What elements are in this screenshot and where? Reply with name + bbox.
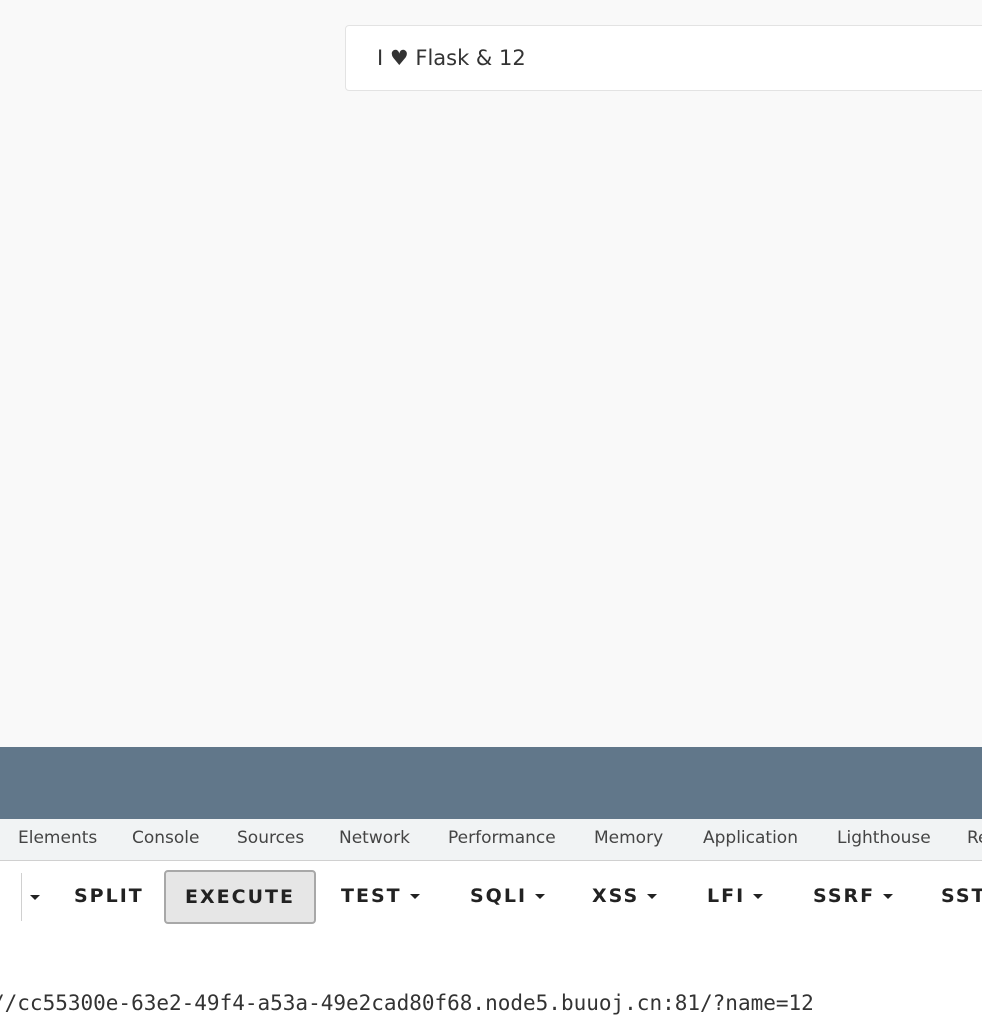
url-input[interactable]: //cc55300e-63e2-49f4-a53a-49e2cad80f68.n… — [0, 991, 814, 1015]
tab-network[interactable]: Network — [339, 828, 410, 848]
tab-recorder[interactable]: Re — [967, 828, 982, 848]
sqli-label: SQLI — [470, 885, 528, 907]
split-label: SPLIT — [74, 885, 144, 907]
tab-elements[interactable]: Elements — [18, 828, 97, 848]
execute-button[interactable]: EXECUTE — [164, 870, 316, 924]
test-label: TEST — [341, 885, 402, 907]
split-button[interactable]: SPLIT — [74, 885, 144, 907]
toolbar-divider — [21, 873, 22, 921]
ssrf-menu-button[interactable]: SSRF — [813, 885, 894, 907]
dropdown-caret-icon[interactable] — [30, 895, 40, 900]
tab-lighthouse[interactable]: Lighthouse — [837, 828, 931, 848]
sqli-menu-button[interactable]: SQLI — [470, 885, 546, 907]
lfi-menu-button[interactable]: LFI — [707, 885, 764, 907]
chevron-down-icon — [647, 894, 658, 899]
execute-label: EXECUTE — [185, 886, 295, 908]
test-menu-button[interactable]: TEST — [341, 885, 420, 907]
lfi-label: LFI — [707, 885, 746, 907]
tab-application[interactable]: Application — [703, 828, 798, 848]
devtools-header-bar — [0, 747, 982, 819]
devtools-tab-bar: Elements Console Sources Network Perform… — [0, 819, 982, 861]
web-page: I ♥ Flask & 12 — [0, 0, 982, 747]
chevron-down-icon — [883, 894, 894, 899]
ssti-menu-button[interactable]: SST — [941, 885, 982, 907]
chevron-down-icon — [409, 894, 420, 899]
tab-memory[interactable]: Memory — [594, 828, 663, 848]
xss-label: XSS — [592, 885, 640, 907]
tab-console[interactable]: Console — [132, 828, 200, 848]
ssti-label: SST — [941, 885, 982, 907]
xss-menu-button[interactable]: XSS — [592, 885, 658, 907]
chevron-down-icon — [535, 894, 546, 899]
greeting-text: I ♥ Flask & 12 — [377, 46, 526, 70]
greeting-card: I ♥ Flask & 12 — [345, 25, 982, 91]
hackbar-toolbar: SPLIT EXECUTE TEST SQLI XSS LFI SSRF SST… — [0, 861, 982, 1018]
tab-performance[interactable]: Performance — [448, 828, 556, 848]
chevron-down-icon — [753, 894, 764, 899]
tab-sources[interactable]: Sources — [237, 828, 304, 848]
ssrf-label: SSRF — [813, 885, 876, 907]
